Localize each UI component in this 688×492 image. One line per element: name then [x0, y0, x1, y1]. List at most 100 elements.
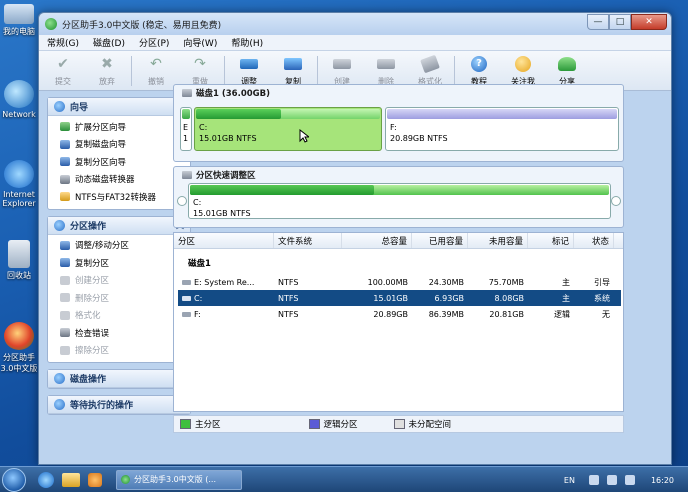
menu-general[interactable]: 常规(G): [47, 36, 79, 49]
partition-block-c[interactable]: C: 15.01GB NTFS: [194, 107, 382, 151]
ie-quicklaunch-icon[interactable]: [38, 471, 54, 488]
pending-ops-header[interactable]: 等待执行的操作 ︽: [48, 396, 190, 414]
partition-block-e[interactable]: E 1: [180, 107, 192, 151]
copy-disk-icon: [60, 139, 70, 149]
legend-swatch: [180, 419, 191, 429]
disk-icon: [182, 89, 192, 97]
quick-resize-panel: 分区快速调整区 C: 15.01GB NTFS: [173, 166, 624, 228]
table-row[interactable]: F: NTFS 20.89GB 86.39MB 20.81GB 逻辑 无: [178, 306, 621, 322]
wizard-item-copy-partition[interactable]: 复制分区向导: [48, 153, 190, 171]
partition-usage-bar: [182, 109, 190, 119]
follow-button[interactable]: 关注我: [501, 55, 545, 87]
disk-icon: [182, 171, 192, 179]
tray-flag-icon[interactable]: [588, 475, 599, 485]
maximize-button[interactable]: □: [609, 14, 631, 30]
table-row-selected[interactable]: C: NTFS 15.01GB 6.93GB 8.08GB 主 系统: [178, 290, 621, 306]
column-capacity[interactable]: 总容量: [342, 233, 412, 248]
create-disk-icon: [332, 55, 352, 73]
column-unused[interactable]: 未用容量: [468, 233, 528, 248]
op-format[interactable]: 格式化: [48, 307, 190, 325]
menu-help[interactable]: 帮助(H): [231, 36, 263, 49]
partition-ops-header[interactable]: 分区操作 ︽: [48, 216, 190, 235]
explorer-quicklaunch-icon[interactable]: [62, 472, 80, 487]
wizard-item-extend[interactable]: 扩展分区向导: [48, 118, 190, 136]
copy-button[interactable]: 复制: [271, 55, 315, 87]
disk-ops-header[interactable]: 磁盘操作 ︾: [48, 370, 190, 388]
op-delete-partition[interactable]: 删除分区: [48, 289, 190, 307]
column-filesystem[interactable]: 文件系统: [274, 233, 342, 248]
tray-network-icon[interactable]: [606, 475, 617, 485]
disk-partition-row: E 1 C: 15.01GB NTFS F: 20.89GB NTFS: [180, 107, 619, 151]
toolbar-separator: [454, 55, 455, 86]
adjust-button[interactable]: 调整: [227, 55, 271, 87]
legend-primary: 主分区: [180, 418, 221, 430]
tutorial-button[interactable]: ? 教程: [457, 55, 501, 87]
disk-ops-section: 磁盘操作 ︾: [47, 369, 191, 389]
wizard-section-header[interactable]: 向导 ︽: [48, 98, 190, 116]
menu-wizard[interactable]: 向导(W): [183, 36, 217, 49]
help-icon: ?: [469, 55, 489, 73]
op-wipe-partition[interactable]: 擦除分区: [48, 342, 190, 360]
redo-button[interactable]: ↷ 重做: [178, 55, 222, 87]
undo-icon: ↶: [150, 55, 162, 72]
op-copy-partition[interactable]: 复制分区: [48, 254, 190, 272]
format-button[interactable]: 格式化: [408, 54, 452, 87]
adjust-disk-icon: [239, 55, 259, 73]
resize-handle-right[interactable]: [611, 196, 621, 206]
wizard-item-dynamic-disk[interactable]: 动态磁盘转换器: [48, 171, 190, 189]
resize-handle-left[interactable]: [177, 196, 187, 206]
menu-partition[interactable]: 分区(P): [139, 36, 169, 49]
desktop-icon-computer[interactable]: 我的电脑: [0, 4, 38, 37]
table-row[interactable]: E: System Re... NTFS 100.00MB 24.30MB 75…: [178, 274, 621, 290]
partition-usage-bar: [196, 109, 380, 119]
extend-partition-icon: [60, 122, 70, 132]
submit-button[interactable]: ✔ 提交: [41, 55, 85, 87]
language-indicator[interactable]: EN: [564, 476, 575, 485]
start-button[interactable]: [2, 467, 26, 492]
partition-table: 分区 文件系统 总容量 已用容量 未用容量 标记 状态 磁盘1 E: Syste…: [173, 232, 624, 412]
minimize-button[interactable]: —: [587, 14, 609, 30]
undo-button[interactable]: ↶ 撤销: [134, 55, 178, 87]
copy-partition-icon: [60, 157, 70, 167]
tray-volume-icon[interactable]: [624, 475, 635, 485]
op-create-partition[interactable]: 创建分区: [48, 272, 190, 290]
resize-partition-bar[interactable]: C: 15.01GB NTFS: [188, 183, 611, 219]
title-bar[interactable]: 分区助手3.0中文版 (稳定、易用且免费) — □ ✕: [39, 13, 671, 35]
partition-block-f[interactable]: F: 20.89GB NTFS: [385, 107, 619, 151]
app-icon: [45, 18, 57, 30]
discard-button[interactable]: ✖ 放弃: [85, 55, 129, 87]
legend-bar: 主分区 逻辑分区 未分配空间: [173, 415, 624, 433]
pending-ops-icon: [54, 399, 65, 410]
legend-swatch: [393, 419, 405, 429]
desktop-icon-partition-assistant[interactable]: 分区助手3.0中文版: [0, 322, 38, 374]
column-partition[interactable]: 分区: [174, 233, 274, 248]
desktop-icon-ie[interactable]: Internet Explorer: [0, 160, 38, 208]
desktop-icon-network[interactable]: Network: [0, 80, 38, 119]
internet-explorer-icon: [4, 160, 34, 188]
left-panel: 向导 ︽ 扩展分区向导 复制磁盘向导 复制分区向导 动态磁盘转换器 NTFS与F…: [47, 97, 191, 442]
column-status[interactable]: 状态: [574, 233, 614, 248]
create-button[interactable]: 创建: [320, 55, 364, 87]
column-flag[interactable]: 标记: [528, 233, 574, 248]
format-disk-icon: [420, 54, 440, 73]
desktop-icon-recycle[interactable]: 回收站: [0, 240, 38, 281]
wizard-icon: [54, 101, 65, 112]
op-check-errors[interactable]: 检查错误: [48, 324, 190, 342]
media-player-quicklaunch-icon[interactable]: [88, 472, 102, 487]
wizard-item-ntfs-fat32[interactable]: NTFS与FAT32转换器: [48, 188, 190, 206]
wizard-item-copy-disk[interactable]: 复制磁盘向导: [48, 136, 190, 154]
delete-button[interactable]: 删除: [364, 55, 408, 87]
toolbar-separator: [131, 55, 132, 86]
toolbar-separator: [317, 55, 318, 86]
taskbar-app-partition-assistant[interactable]: 分区助手3.0中文版 (...: [116, 469, 242, 490]
close-button[interactable]: ✕: [631, 14, 667, 30]
table-disk-label[interactable]: 磁盘1: [174, 252, 623, 274]
menu-disk[interactable]: 磁盘(D): [93, 36, 125, 49]
column-used[interactable]: 已用容量: [412, 233, 468, 248]
window-title: 分区助手3.0中文版 (稳定、易用且免费): [62, 20, 222, 31]
drive-icon: [182, 279, 191, 285]
clock[interactable]: 16:20: [651, 476, 674, 485]
toolbar-separator: [224, 55, 225, 86]
share-button[interactable]: 分享: [545, 55, 589, 87]
op-resize-move[interactable]: 调整/移动分区: [48, 237, 190, 255]
